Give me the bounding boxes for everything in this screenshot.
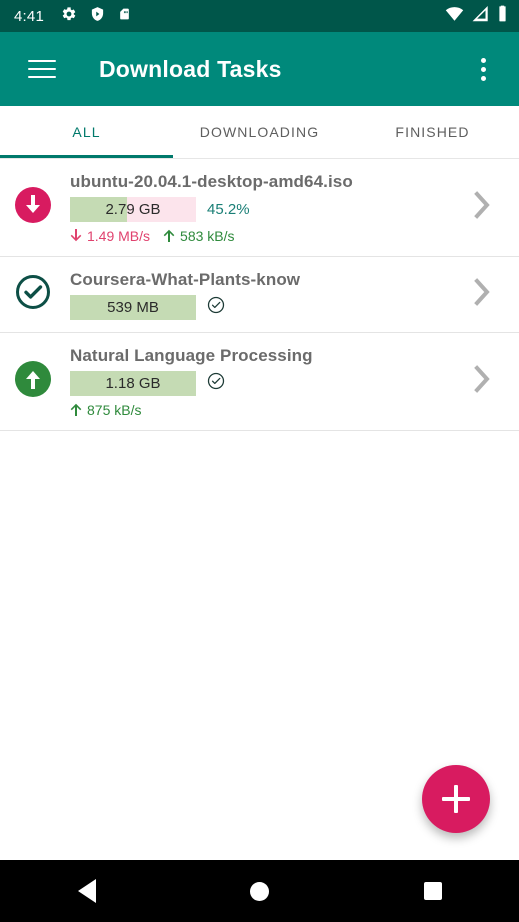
upload-speed-value: 583 kB/s — [180, 227, 235, 244]
task-status-icon-cell — [10, 361, 56, 402]
task-meta-line: 2.79 GB 45.2% — [70, 196, 459, 222]
task-chevron-cell[interactable] — [459, 362, 505, 401]
hamburger-menu-icon[interactable] — [20, 47, 64, 91]
task-size-label: 539 MB — [107, 298, 159, 316]
task-complete-badge-icon — [207, 296, 225, 319]
task-body: ubuntu-20.04.1-desktop-amd64.iso 2.79 GB… — [56, 172, 459, 244]
progress-bar: 1.18 GB — [70, 370, 196, 396]
nav-back-button[interactable] — [0, 879, 173, 903]
tab-finished[interactable]: FINISHED — [346, 106, 519, 158]
plus-icon-vertical — [454, 785, 458, 813]
upload-speed: 583 kB/s — [163, 227, 235, 244]
add-task-fab-button[interactable] — [422, 765, 490, 833]
task-size-label: 1.18 GB — [105, 374, 161, 392]
cellular-signal-icon — [472, 5, 489, 27]
download-speed: 1.49 MB/s — [70, 228, 150, 244]
download-circle-icon[interactable] — [15, 187, 51, 228]
task-body: Natural Language Processing 1.18 GB 875 … — [56, 346, 459, 418]
chevron-right-icon[interactable] — [470, 188, 494, 227]
task-body: Coursera-What-Plants-know 539 MB — [56, 270, 459, 320]
task-meta-line: 539 MB — [70, 294, 459, 320]
tab-downloading-label: DOWNLOADING — [199, 124, 320, 140]
tab-downloading[interactable]: DOWNLOADING — [173, 106, 346, 158]
sd-card-icon — [118, 6, 131, 27]
table-row[interactable]: ubuntu-20.04.1-desktop-amd64.iso 2.79 GB… — [0, 159, 519, 257]
task-percent-label: 45.2% — [207, 200, 250, 218]
tab-bar: ALL DOWNLOADING FINISHED — [0, 106, 519, 159]
arrow-up-icon — [70, 403, 82, 416]
tab-finished-label: FINISHED — [395, 124, 470, 140]
task-status-icon-cell — [10, 274, 56, 315]
table-row[interactable]: Coursera-What-Plants-know 539 MB — [0, 257, 519, 333]
status-bar-clock: 4:41 — [14, 7, 44, 25]
check-circle-outline-icon[interactable] — [15, 274, 51, 315]
task-complete-badge-icon — [207, 372, 225, 395]
overflow-menu-icon[interactable] — [463, 47, 503, 91]
task-chevron-cell[interactable] — [459, 275, 505, 314]
shield-play-icon — [90, 6, 105, 27]
upload-speed-value: 875 kB/s — [87, 401, 142, 418]
android-navigation-bar — [0, 860, 519, 922]
task-title: ubuntu-20.04.1-desktop-amd64.iso — [70, 171, 353, 191]
task-title: Coursera-What-Plants-know — [70, 269, 301, 289]
task-speed-line: 1.49 MB/s 583 kB/s — [70, 228, 459, 244]
battery-icon — [497, 5, 508, 27]
task-meta-line: 1.18 GB — [70, 370, 459, 396]
status-bar: 4:41 — [0, 0, 519, 32]
recents-square-icon — [423, 882, 442, 900]
task-status-icon-cell — [10, 187, 56, 228]
table-row[interactable]: Natural Language Processing 1.18 GB 875 … — [0, 333, 519, 431]
chevron-right-icon[interactable] — [470, 362, 494, 401]
progress-bar: 539 MB — [70, 294, 196, 320]
task-title: Natural Language Processing — [70, 345, 313, 365]
phone-screen: 4:41 Download Tasks ALL DOWNLOADING FINI… — [0, 0, 519, 922]
wifi-icon — [445, 6, 464, 27]
status-bar-right-icons — [445, 5, 508, 27]
gear-icon — [61, 6, 77, 27]
nav-home-button[interactable] — [173, 881, 346, 901]
arrow-down-icon — [70, 228, 82, 241]
nav-recents-button[interactable] — [346, 882, 519, 900]
task-speed-line: 875 kB/s — [70, 402, 459, 418]
task-chevron-cell[interactable] — [459, 188, 505, 227]
app-bar: Download Tasks — [0, 32, 519, 106]
progress-bar: 2.79 GB — [70, 196, 196, 222]
tab-all[interactable]: ALL — [0, 106, 173, 158]
tab-all-label: ALL — [72, 124, 101, 140]
upload-speed: 875 kB/s — [70, 402, 141, 418]
download-speed-value: 1.49 MB/s — [87, 227, 151, 244]
chevron-right-icon[interactable] — [470, 275, 494, 314]
task-list: ubuntu-20.04.1-desktop-amd64.iso 2.79 GB… — [0, 159, 519, 431]
back-triangle-icon — [77, 879, 96, 903]
upload-circle-filled-icon[interactable] — [15, 361, 51, 402]
page-title: Download Tasks — [99, 55, 282, 82]
arrow-up-icon — [163, 229, 175, 242]
home-circle-icon — [250, 881, 269, 901]
task-size-label: 2.79 GB — [105, 200, 161, 218]
status-bar-left-icons — [61, 6, 131, 27]
